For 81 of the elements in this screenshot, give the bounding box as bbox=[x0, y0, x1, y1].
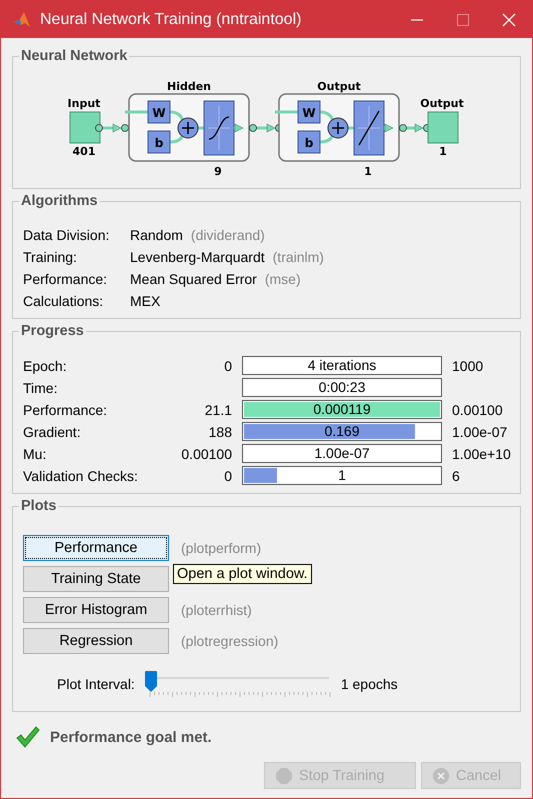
bias-label: b bbox=[154, 136, 164, 150]
bias-block bbox=[148, 130, 170, 154]
function-name: (dividerand) bbox=[190, 226, 265, 244]
output-node bbox=[428, 112, 458, 144]
start-value: 0 bbox=[223, 358, 232, 374]
input-label: Input bbox=[68, 97, 100, 110]
output-size: 1 bbox=[439, 145, 447, 158]
field-value: Levenberg-Marquardt bbox=[130, 248, 265, 266]
field-value: MEX bbox=[130, 292, 160, 310]
bias-block bbox=[298, 130, 320, 154]
end-value: 0.00100 bbox=[452, 402, 504, 418]
layer-size: 1 bbox=[364, 165, 372, 178]
minimize-icon bbox=[410, 18, 424, 20]
progress-value: 1 bbox=[337, 467, 347, 484]
function-name: (plotperform) bbox=[181, 540, 262, 556]
start-value: 0.00100 bbox=[180, 446, 232, 462]
output-label: Output bbox=[420, 97, 464, 110]
field-label: Training: bbox=[23, 248, 78, 266]
slider-thumb[interactable] bbox=[144, 671, 157, 693]
bias-label: b bbox=[304, 136, 314, 150]
plot-button[interactable]: Error Histogram bbox=[23, 597, 169, 623]
field-label: Gradient: bbox=[23, 424, 82, 440]
field-label: Data Division: bbox=[23, 226, 110, 244]
window-title: Neural Network Training (nntraintool) bbox=[40, 10, 302, 28]
input-node bbox=[70, 112, 100, 144]
checkmark-icon bbox=[16, 726, 40, 748]
sum-icon bbox=[328, 118, 348, 138]
plot-button[interactable]: Training State bbox=[23, 566, 169, 592]
function-name: (mse) bbox=[264, 270, 301, 288]
layer-title: Output bbox=[317, 80, 361, 93]
field-value: Random bbox=[130, 226, 183, 244]
function-name: (ploterrhist) bbox=[181, 602, 252, 618]
sum-icon bbox=[178, 118, 198, 138]
end-value: 1000 bbox=[452, 358, 484, 374]
progress-value: 4 iterations bbox=[306, 357, 378, 374]
maximize-icon bbox=[456, 12, 470, 26]
weight-label: W bbox=[302, 106, 316, 120]
stop-sign-icon bbox=[275, 766, 293, 784]
plot-button[interactable]: Performance bbox=[23, 535, 169, 561]
start-value: 188 bbox=[208, 424, 232, 440]
field-label: Epoch: bbox=[23, 358, 68, 374]
section-title: Algorithms bbox=[19, 192, 100, 210]
field-label: Performance: bbox=[23, 402, 108, 418]
weight-block bbox=[298, 100, 320, 124]
plot-button[interactable]: Regression bbox=[23, 628, 169, 654]
function-name: (plotregression) bbox=[181, 633, 278, 649]
start-value: 0 bbox=[223, 468, 232, 484]
progress-value: 1.00e-07 bbox=[313, 445, 371, 462]
end-value: 6 bbox=[452, 468, 461, 484]
field-label: Mu: bbox=[23, 446, 48, 462]
progress-value: 0:00:23 bbox=[318, 379, 366, 396]
tooltip: Open a plot window. bbox=[173, 564, 312, 584]
layer-title: Hidden bbox=[166, 80, 212, 93]
progress-value: 0.000119 bbox=[312, 401, 372, 418]
close-icon bbox=[502, 12, 516, 26]
app-icon bbox=[13, 10, 31, 28]
field-label: Calculations: bbox=[23, 292, 104, 310]
interval-slider[interactable] bbox=[144, 671, 331, 697]
input-size: 401 bbox=[72, 145, 96, 158]
connector-arrow bbox=[95, 124, 129, 132]
field-label: Performance: bbox=[23, 270, 108, 288]
weight-block bbox=[148, 100, 170, 124]
field-label: Time: bbox=[23, 380, 58, 396]
section-title: Progress bbox=[19, 322, 86, 340]
slider-value: 1 epochs bbox=[340, 676, 398, 692]
cancel-icon bbox=[432, 766, 450, 784]
end-value: 1.00e-07 bbox=[452, 424, 508, 440]
linear-transfer-block bbox=[354, 100, 384, 156]
status-message: Performance goal met. bbox=[50, 728, 212, 746]
connector-arrow bbox=[384, 124, 394, 132]
progress-value: 0.169 bbox=[323, 423, 361, 440]
function-name: (trainlm) bbox=[272, 248, 324, 266]
end-value: 1.00e+10 bbox=[452, 446, 511, 462]
field-label: Validation Checks: bbox=[23, 468, 139, 484]
layer-size: 9 bbox=[214, 165, 222, 178]
connector-arrow bbox=[234, 124, 244, 132]
sigmoid-transfer-block bbox=[204, 100, 234, 156]
field-value: Mean Squared Error bbox=[130, 270, 257, 288]
slider-label: Plot Interval: bbox=[57, 676, 135, 692]
start-value: 21.1 bbox=[204, 402, 232, 418]
weight-label: W bbox=[152, 106, 166, 120]
